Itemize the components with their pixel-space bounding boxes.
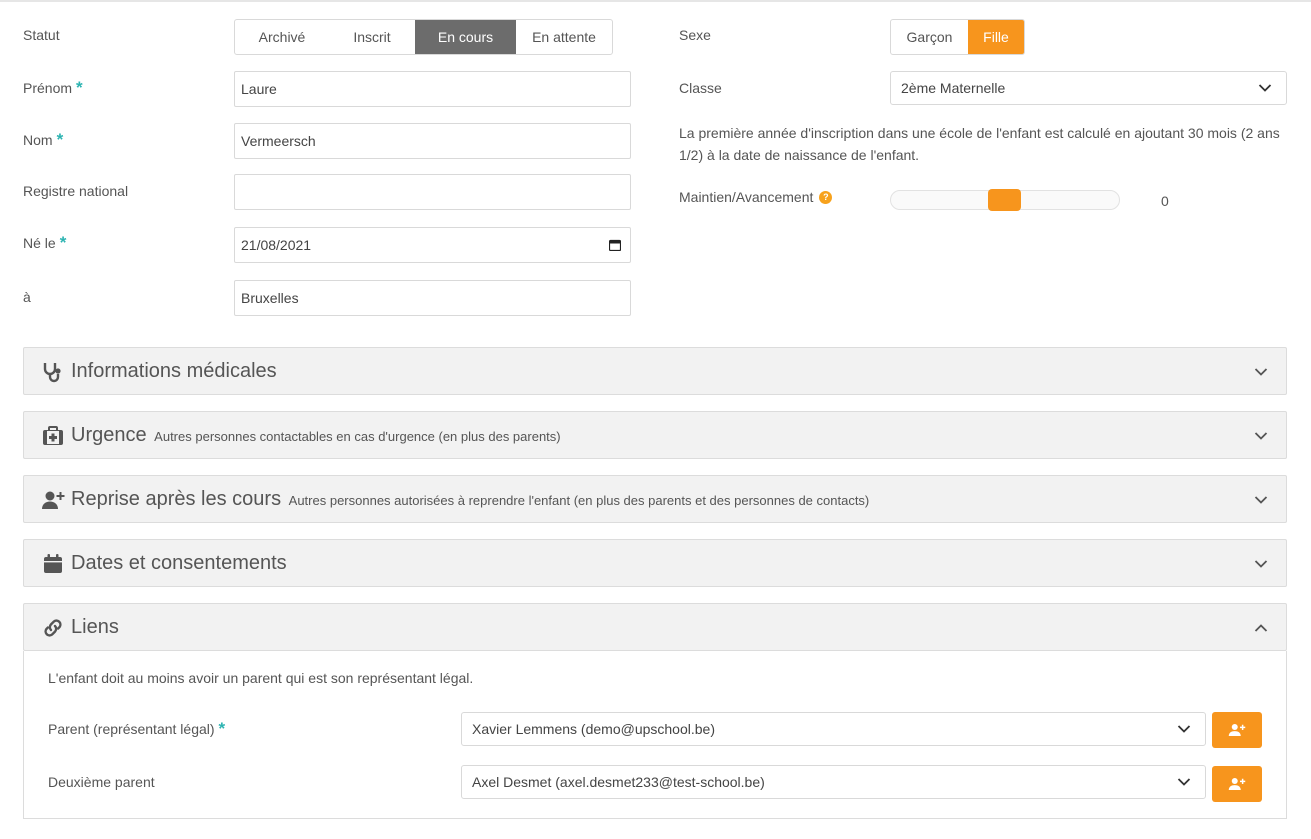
parent-select[interactable]: Xavier Lemmens (demo@upschool.be) [461,712,1206,746]
second-parent-select[interactable]: Axel Desmet (axel.desmet233@test-school.… [461,765,1206,799]
parent-label: Parent (représentant légal) * [48,719,226,738]
panel-subtitle: Autres personnes autorisées à reprendre … [288,493,870,508]
statut-option-archive[interactable]: Archivé [235,20,329,54]
statut-segmented-control: Archivé Inscrit En cours En attente [234,19,613,55]
chevron-down-icon [1254,432,1268,440]
panel-urgence[interactable]: Urgence Autres personnes contactables en… [23,411,1287,459]
add-second-parent-button[interactable] [1212,766,1262,802]
liens-info-text: L'enfant doit au moins avoir un parent q… [48,670,474,686]
prenom-label: Prénom * [23,78,83,97]
maintien-value: 0 [1161,193,1169,209]
registre-national-label: Registre national [23,183,129,199]
chevron-down-icon [1254,560,1268,568]
panel-reprise-apres-cours[interactable]: Reprise après les cours Autres personnes… [23,475,1287,523]
panel-informations-medicales[interactable]: Informations médicales [23,347,1287,395]
birthdate-input[interactable]: 21/08/2021 [234,227,631,263]
required-star: * [59,233,67,252]
panel-title: Reprise après les cours Autres personnes… [71,488,870,510]
statut-option-en-attente[interactable]: En attente [516,20,612,54]
panel-title: Liens [71,616,119,638]
calendar-picker-icon[interactable] [609,239,621,251]
sexe-option-garcon[interactable]: Garçon [891,20,968,54]
classe-select[interactable]: 2ème Maternelle [890,71,1287,105]
lieu-label: à [23,289,31,305]
required-star: * [76,78,83,97]
link-icon [44,619,62,637]
nom-input[interactable]: Vermeersch [234,123,631,159]
registre-national-input[interactable] [234,174,631,210]
user-plus-icon [42,491,65,509]
panel-subtitle: Autres personnes contactables en cas d'u… [154,429,561,444]
help-icon[interactable]: ? [819,191,833,204]
panel-liens[interactable]: Liens [23,603,1287,651]
chevron-down-icon [1258,84,1272,92]
chevron-up-icon [1254,624,1268,632]
panel-dates-consentements[interactable]: Dates et consentements [23,539,1287,587]
chevron-down-icon [1177,725,1191,733]
panel-title: Dates et consentements [71,552,287,574]
maintien-slider-handle[interactable] [988,189,1021,211]
calendar-icon [44,554,62,573]
statut-label: Statut [23,27,60,43]
add-parent-button[interactable] [1212,712,1262,748]
top-divider [0,0,1311,2]
panel-title: Urgence Autres personnes contactables en… [71,424,561,446]
classe-label: Classe [679,80,722,96]
statut-option-inscrit[interactable]: Inscrit [329,20,415,54]
lieu-naissance-input[interactable]: Bruxelles [234,280,631,316]
user-plus-icon [1228,724,1246,736]
ne-le-label: Né le * [23,233,67,252]
second-parent-label: Deuxième parent [48,774,155,790]
chevron-down-icon [1254,496,1268,504]
required-star: * [218,719,226,738]
stethoscope-icon [43,363,61,383]
chevron-down-icon [1254,368,1268,376]
nom-label: Nom * [23,130,64,149]
prenom-input[interactable]: Laure [234,71,631,107]
sexe-segmented-control: Garçon Fille [890,19,1025,55]
inscription-note: La première année d'inscription dans une… [679,125,1280,163]
first-aid-kit-icon [43,426,63,445]
sexe-label: Sexe [679,27,711,43]
statut-option-en-cours[interactable]: En cours [415,20,516,54]
maintien-label: Maintien/Avancement? [679,189,833,205]
required-star: * [56,130,64,149]
sexe-option-fille[interactable]: Fille [968,20,1024,54]
panel-title: Informations médicales [71,360,277,382]
chevron-down-icon [1177,778,1191,786]
user-plus-icon [1228,778,1246,790]
